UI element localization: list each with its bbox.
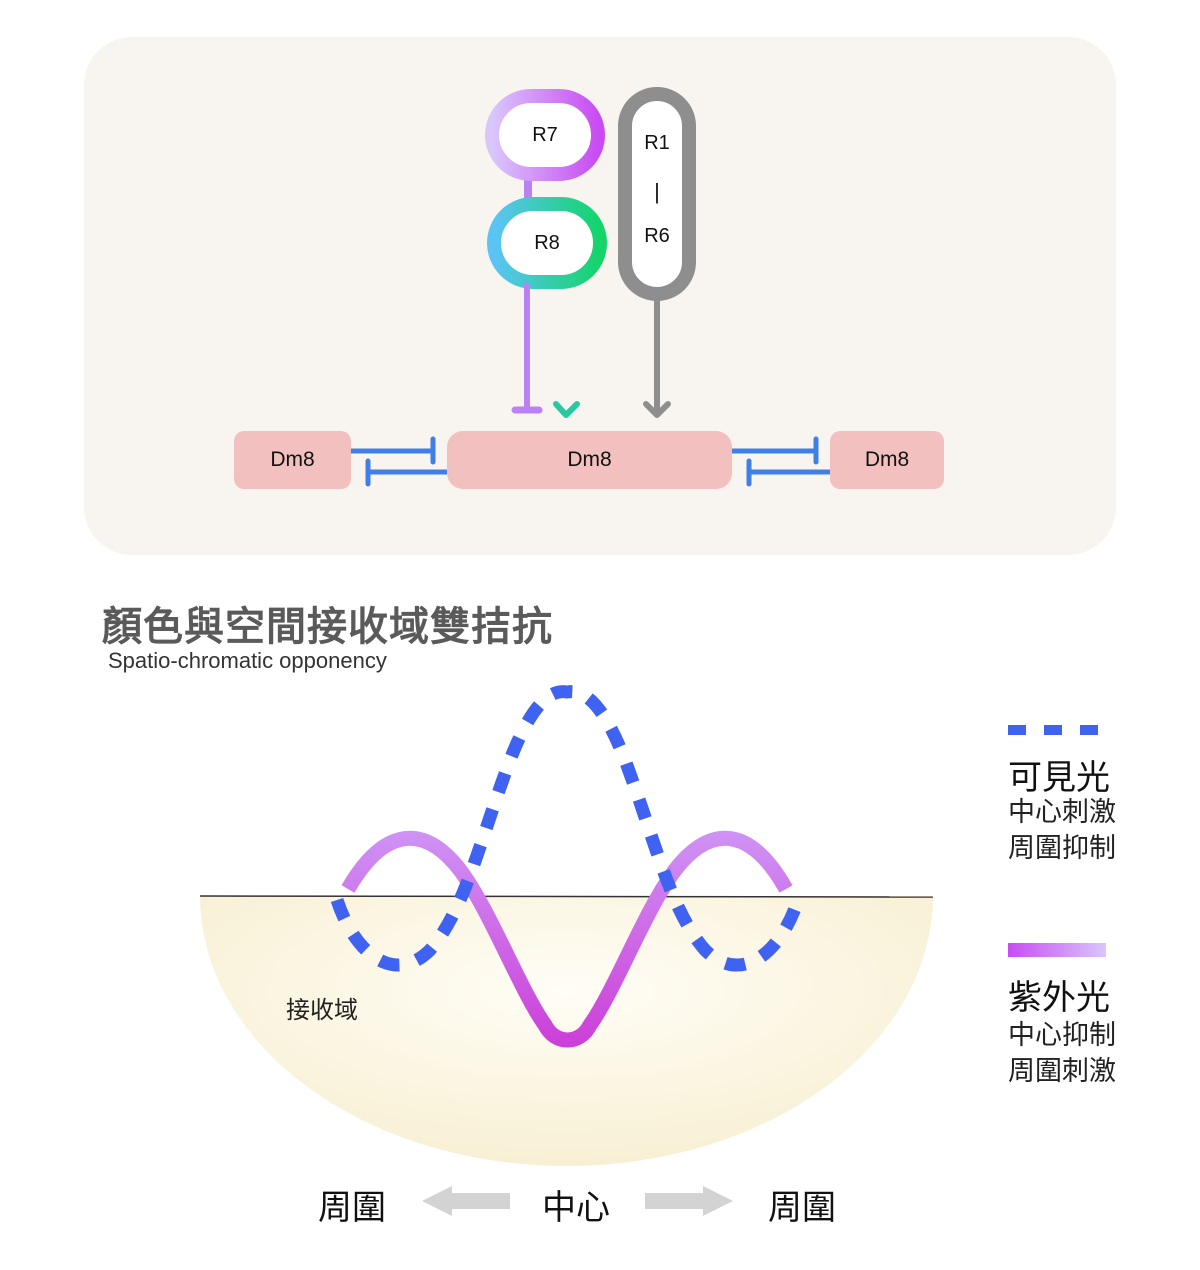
- legend-uv-swatch: [1008, 943, 1106, 957]
- receptive-field-label: 接收域: [286, 996, 358, 1024]
- arrow-left: [422, 1186, 510, 1216]
- legend-visible-title: 可見光: [1008, 758, 1110, 798]
- legend-visible-line2: 周圍抑制: [1008, 833, 1116, 864]
- axis-label-center: 中心: [542, 1188, 610, 1228]
- legend-uv-line2: 周圍刺激: [1008, 1056, 1116, 1087]
- receptive-field-area: [200, 896, 933, 1166]
- arrow-right: [645, 1186, 733, 1216]
- legend-uv-title: 紫外光: [1008, 978, 1110, 1018]
- axis-label-surround-right: 周圍: [768, 1188, 836, 1228]
- legend-visible-line1: 中心刺激: [1008, 797, 1116, 828]
- legend-uv-line1: 中心抑制: [1008, 1020, 1116, 1051]
- axis-label-surround-left: 周圍: [318, 1188, 386, 1228]
- baseline: [199, 895, 934, 898]
